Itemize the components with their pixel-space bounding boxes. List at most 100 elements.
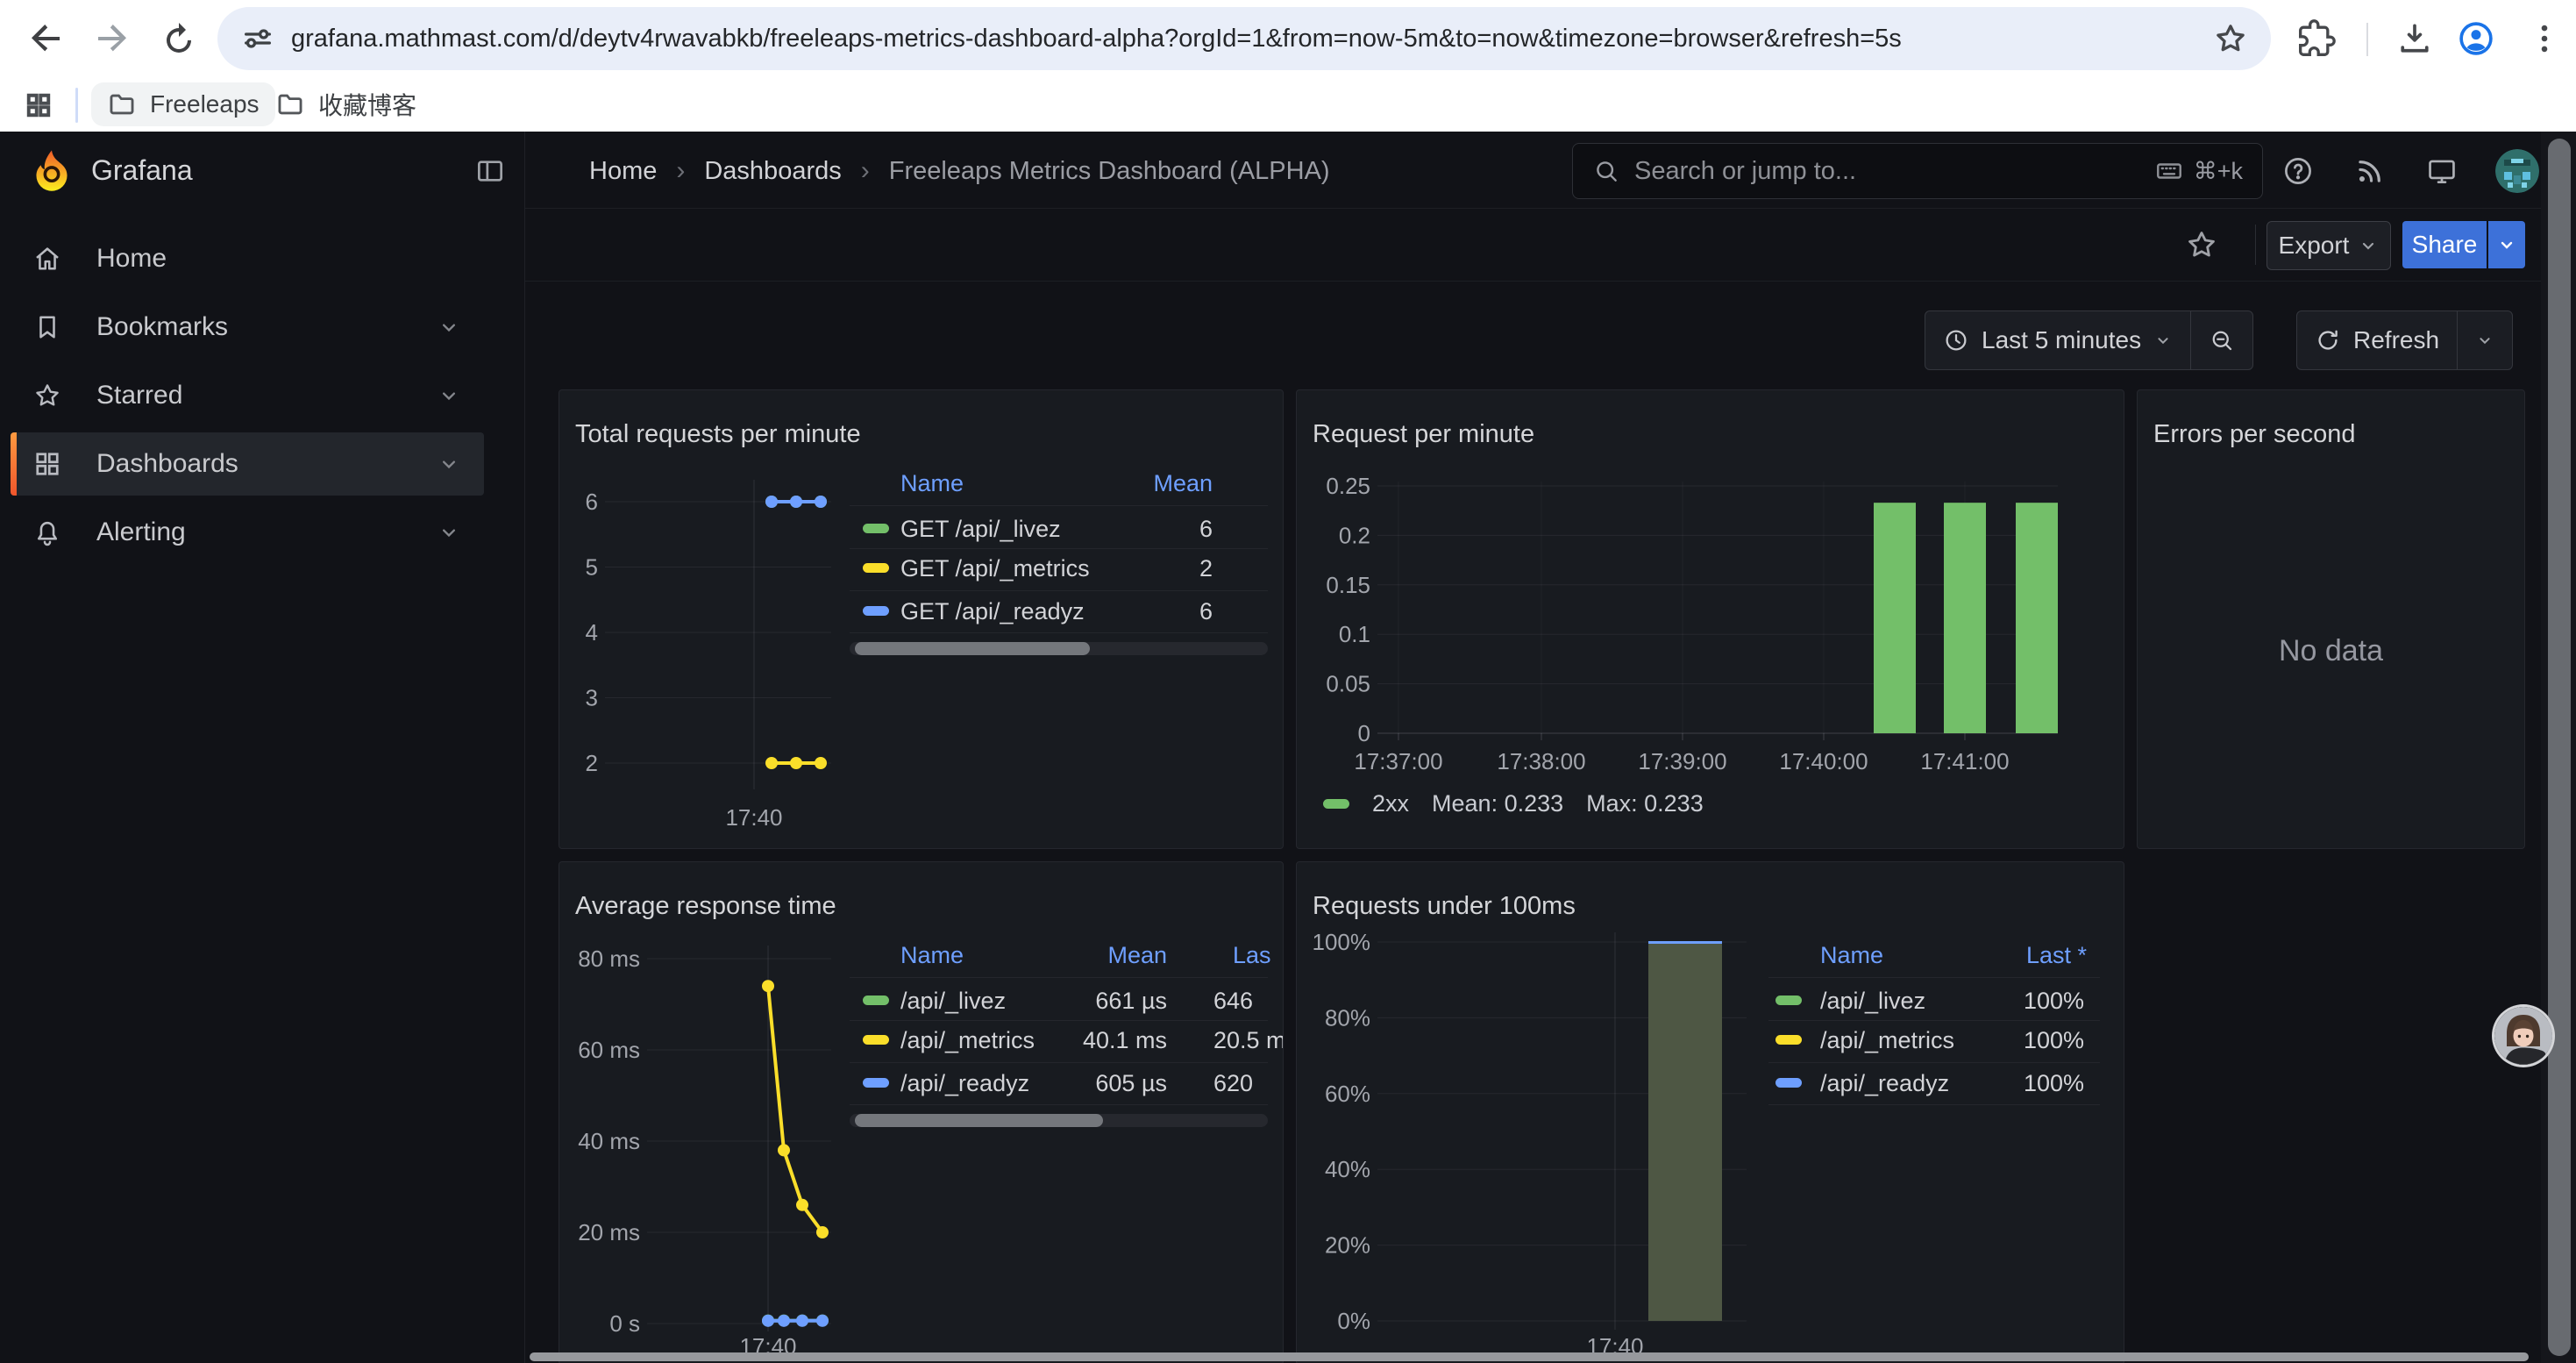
legend-scrollbar[interactable] [855,1114,1103,1127]
url-text[interactable]: grafana.mathmast.com/d/deytv4rwavabkb/fr… [291,25,1902,54]
panel-title[interactable]: Errors per second [2153,420,2356,449]
extensions-icon[interactable] [2297,19,2336,58]
panel-average-response-time: Average response time 80 ms60 ms40 ms20 … [559,861,1284,1363]
favorite-dashboard-icon[interactable] [2183,226,2220,263]
legend-column-header[interactable]: Mean [957,938,1167,972]
sidebar-item-dashboards[interactable]: Dashboards [11,432,484,496]
export-label: Export [2279,232,2350,260]
legend-column-header[interactable]: Las [1233,938,1271,972]
refresh-button[interactable]: Refresh [2297,311,2457,369]
zoom-out-icon [2209,327,2235,353]
chevron-down-icon[interactable] [437,383,461,408]
url-bar[interactable]: grafana.mathmast.com/d/deytv4rwavabkb/fr… [217,7,2271,70]
legend-series-name[interactable]: 2xx [1372,790,1409,817]
series-swatch[interactable] [863,606,889,616]
chevron-down-icon[interactable] [437,315,461,339]
site-settings-icon[interactable] [240,21,275,56]
browser-toolbar: grafana.mathmast.com/d/deytv4rwavabkb/fr… [0,0,2576,77]
axis-tick-label: 20% [1325,1232,1370,1259]
series-swatch[interactable] [863,1078,889,1088]
sidebar-item-starred[interactable]: Starred [11,364,484,427]
bookmarks-bar: Freeleaps 收藏博客 [0,77,2576,132]
back-icon[interactable] [25,18,67,60]
sidebar-item-bookmarks[interactable]: Bookmarks [11,296,484,359]
bookmark-star-icon[interactable] [2211,19,2250,58]
legend-cell: 2 [1002,552,1213,585]
series-swatch[interactable] [863,1035,889,1045]
axis-tick-label: 0.2 [1339,522,1370,548]
zoom-out-button[interactable] [2190,311,2252,369]
actions-divider [2255,225,2256,265]
chart-request-per-minute: 0.250.20.150.10.05017:37:0017:38:0017:39… [1297,390,2124,848]
tv-kiosk-icon[interactable] [2425,154,2459,188]
panel-title[interactable]: Average response time [575,892,836,921]
series-swatch[interactable] [863,563,889,573]
sidebar-item-home[interactable]: Home [11,227,484,290]
panel-title[interactable]: Total requests per minute [575,420,861,449]
series-swatch[interactable] [863,524,889,533]
downloads-icon[interactable] [2395,19,2434,58]
axis-tick-label: 0 s [609,1310,640,1337]
bell-icon [32,517,63,548]
panel-title[interactable]: Requests under 100ms [1313,892,1576,921]
vertical-scrollbar[interactable] [2548,139,2571,1356]
bookmark-label: Freeleaps [150,90,260,118]
legend-column-header[interactable]: Name [900,938,964,972]
news-rss-icon[interactable] [2353,154,2387,188]
series-swatch[interactable] [1775,1078,1802,1088]
menu-dots-icon[interactable] [2525,19,2564,58]
legend[interactable]: 2xx Mean: 0.233 Max: 0.233 [1323,790,1704,817]
chart-average-response-time: 80 ms60 ms40 ms20 ms0 s17:40NameMeanLas/… [559,862,1283,1363]
legend-cell: 6 [1002,512,1213,546]
legend-column-header[interactable]: Last * [1876,938,2087,972]
sidebar-item-label: Home [96,244,484,274]
share-button[interactable]: Share [2402,221,2487,268]
assistant-avatar-widget[interactable] [2494,1007,2552,1065]
chevron-down-icon [2358,235,2379,256]
apps-grid-icon[interactable] [23,89,54,121]
share-dropdown-button[interactable] [2488,221,2525,268]
bookmark-folder-freeleaps[interactable]: Freeleaps [91,82,275,126]
reload-icon[interactable] [158,18,200,60]
chevron-down-icon[interactable] [437,452,461,476]
brand-title[interactable]: Grafana [91,154,193,187]
bookmark-folder-blogs[interactable]: 收藏博客 [260,82,432,126]
user-avatar[interactable] [2495,149,2539,193]
export-button[interactable]: Export [2266,221,2391,270]
refresh-interval-dropdown[interactable] [2457,311,2512,369]
axis-tick-label: 4 [586,619,598,646]
table-row-divider [850,548,1268,549]
table-row-divider [1768,1104,2100,1105]
sidebar-divider [524,132,525,1363]
axis-tick-label: 80 ms [578,946,640,972]
series-swatch[interactable] [863,995,889,1005]
profile-avatar[interactable] [2457,19,2495,58]
sidebar-item-alerting[interactable]: Alerting [11,501,484,564]
keyboard-icon [2153,155,2185,187]
legend-column-header[interactable]: Name [1820,938,1883,972]
legend-scrollbar[interactable] [855,642,1090,655]
forward-icon[interactable] [91,18,133,60]
chevron-down-icon[interactable] [437,520,461,545]
legend-column-header[interactable]: Mean [1002,467,1213,500]
breadcrumb-home[interactable]: Home [589,157,657,186]
grafana-logo[interactable] [28,147,75,195]
chevron-down-icon [2496,234,2517,255]
bookmarks-divider [75,88,78,123]
panel-title[interactable]: Request per minute [1313,420,1534,449]
breadcrumb-dashboards[interactable]: Dashboards [704,157,841,186]
series-swatch[interactable] [1775,1035,1802,1045]
help-icon[interactable] [2281,154,2315,188]
legend-column-header[interactable]: Name [900,467,964,500]
horizontal-scrollbar[interactable] [530,1352,2529,1361]
axis-tick-label: 5 [586,554,598,581]
axis-tick-label: 17:39:00 [1638,748,1726,774]
chart-requests-under-100ms: 100%80%60%40%20%0%17:40NameLast */api/_l… [1297,862,2124,1363]
time-range-picker[interactable]: Last 5 minutes [1925,311,2190,369]
series-swatch[interactable] [1775,995,1802,1005]
legend-mean: Mean: 0.233 [1432,790,1563,817]
refresh-label: Refresh [2353,326,2439,354]
active-indicator [11,432,17,496]
search-input[interactable]: Search or jump to... ⌘+k [1572,143,2263,199]
sidebar-toggle-icon[interactable] [473,154,507,188]
